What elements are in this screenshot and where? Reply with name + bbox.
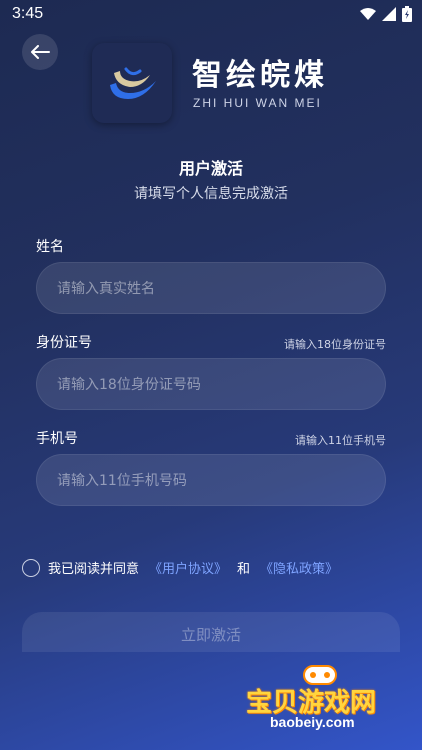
back-button[interactable] — [22, 34, 58, 70]
status-time: 3:45 — [12, 5, 44, 22]
agreement-prefix: 我已阅读并同意 — [48, 562, 140, 577]
name-input[interactable]: 请输入真实姓名 — [36, 262, 386, 314]
activate-button[interactable]: 立即激活 — [22, 612, 400, 652]
activate-button-label: 立即激活 — [180, 626, 241, 644]
logo-icon — [110, 67, 156, 99]
name-label: 姓名 — [36, 239, 64, 255]
battery-icon — [402, 6, 412, 22]
agreement-row: 我已阅读并同意 《用户协议》 和 《隐私政策》 — [22, 558, 338, 577]
privacy-policy-link[interactable]: 《隐私政策》 — [260, 558, 338, 577]
page-subtitle: 请填写个人信息完成激活 — [134, 186, 288, 202]
agreement-and: 和 — [237, 562, 251, 577]
user-agreement-link[interactable]: 《用户协议》 — [149, 558, 227, 577]
id-card-hint: 请输入18位身份证号 — [284, 338, 386, 351]
name-placeholder: 请输入真实姓名 — [57, 281, 155, 297]
phone-label: 手机号 — [36, 431, 78, 447]
id-card-input[interactable]: 请输入18位身份证号码 — [36, 358, 386, 410]
status-icons — [360, 6, 412, 22]
status-bar: 3:45 — [0, 0, 422, 30]
app-logo — [92, 43, 172, 123]
page-title: 用户激活 — [178, 159, 243, 178]
brand-name: 智绘皖煤 — [192, 58, 328, 93]
brand-subtitle: ZHI HUI WAN MEI — [193, 96, 322, 110]
wifi-icon — [360, 8, 376, 20]
signal-icon — [382, 7, 396, 21]
phone-placeholder: 请输入11位手机号码 — [57, 473, 187, 489]
agreement-checkbox[interactable] — [22, 558, 40, 577]
arrow-left-icon — [31, 45, 50, 59]
watermark: 宝贝游戏网 baobeiy.com — [238, 660, 406, 740]
phone-input[interactable]: 请输入11位手机号码 — [36, 454, 386, 506]
id-card-placeholder: 请输入18位身份证号码 — [57, 377, 201, 393]
watermark-url: baobeiy.com — [270, 714, 355, 730]
phone-hint: 请输入11位手机号 — [295, 434, 386, 447]
id-card-label: 身份证号 — [36, 335, 92, 351]
